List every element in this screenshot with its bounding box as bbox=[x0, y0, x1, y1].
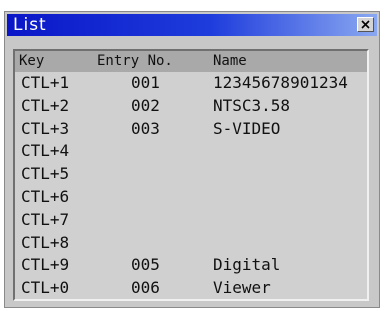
list-row[interactable]: CTL+0 006 Viewer bbox=[15, 277, 367, 299]
row-key: CTL+6 bbox=[21, 186, 70, 206]
row-name: S-VIDEO bbox=[213, 118, 281, 138]
row-key: CTL+4 bbox=[21, 141, 70, 161]
list-row[interactable]: CTL+9 005 Digital bbox=[15, 254, 367, 277]
row-key: CTL+3 bbox=[21, 118, 70, 138]
list-rows: CTL+1 001 12345678901234 CTL+2 002 NTSC3… bbox=[15, 72, 367, 299]
list-header: Key Entry No. Name bbox=[15, 51, 367, 72]
list-row[interactable]: CTL+7 bbox=[15, 209, 367, 232]
list-row[interactable]: CTL+5 bbox=[15, 163, 367, 186]
row-key: CTL+0 bbox=[21, 278, 70, 298]
list-row[interactable]: CTL+4 bbox=[15, 140, 367, 163]
row-entry-no: 001 bbox=[131, 73, 160, 92]
column-header-key[interactable]: Key bbox=[19, 51, 44, 72]
row-key: CTL+8 bbox=[21, 232, 70, 252]
close-button[interactable] bbox=[357, 17, 374, 32]
list-row[interactable]: CTL+2 002 NTSC3.58 bbox=[15, 95, 367, 118]
row-key: CTL+1 bbox=[21, 73, 70, 92]
row-key: CTL+2 bbox=[21, 95, 70, 115]
list-row[interactable]: CTL+8 bbox=[15, 232, 367, 255]
window-title: List bbox=[13, 15, 47, 35]
entry-list[interactable]: Key Entry No. Name CTL+1 001 12345678901… bbox=[13, 49, 369, 301]
list-row[interactable]: CTL+3 003 S-VIDEO bbox=[15, 118, 367, 141]
row-name: Viewer bbox=[213, 278, 271, 298]
row-name: NTSC3.58 bbox=[213, 95, 291, 115]
row-entry-no: 002 bbox=[131, 95, 160, 115]
close-icon bbox=[361, 20, 370, 29]
row-name: Digital bbox=[213, 255, 281, 275]
column-header-entry-no[interactable]: Entry No. bbox=[97, 51, 173, 72]
row-key: CTL+9 bbox=[21, 255, 70, 275]
row-entry-no: 005 bbox=[131, 255, 160, 275]
row-key: CTL+5 bbox=[21, 164, 70, 184]
column-header-name[interactable]: Name bbox=[213, 51, 247, 72]
row-entry-no: 006 bbox=[131, 278, 160, 298]
list-row[interactable]: CTL+1 001 12345678901234 bbox=[15, 72, 367, 95]
title-bar[interactable]: List bbox=[7, 14, 377, 36]
row-key: CTL+7 bbox=[21, 209, 70, 229]
list-window: List Key Entry No. Name CTL+1 001 123456… bbox=[4, 11, 380, 308]
row-entry-no: 003 bbox=[131, 118, 160, 138]
list-row[interactable]: CTL+6 bbox=[15, 186, 367, 209]
row-name: 12345678901234 bbox=[213, 73, 348, 92]
